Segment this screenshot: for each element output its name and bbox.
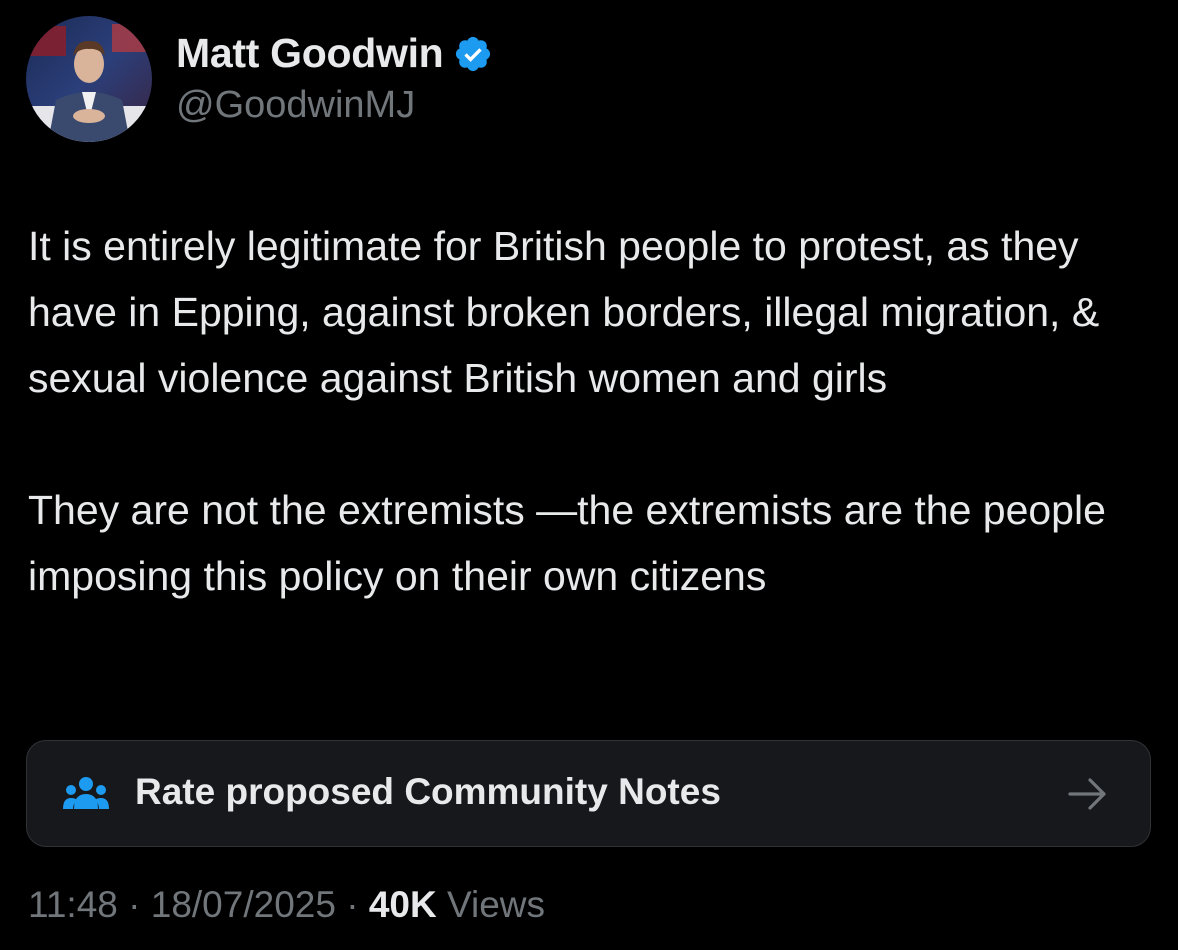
views-count[interactable]: 40K bbox=[369, 884, 437, 925]
tweet-date[interactable]: 18/07/2025 bbox=[151, 884, 336, 925]
meta-separator: · bbox=[128, 884, 141, 925]
author-avatar[interactable] bbox=[26, 16, 152, 142]
arrow-right-icon bbox=[1068, 778, 1106, 810]
tweet-paragraph: They are not the extremists —the extremi… bbox=[28, 487, 1106, 599]
verified-badge-icon bbox=[456, 36, 491, 71]
meta-separator: · bbox=[346, 884, 359, 925]
author-name[interactable]: Matt Goodwin bbox=[176, 30, 493, 77]
tweet-meta: 11:48 · 18/07/2025 · 40K Views bbox=[28, 884, 545, 926]
avatar-photo-icon bbox=[26, 16, 152, 142]
author-name-text: Matt Goodwin bbox=[176, 30, 444, 76]
author-handle[interactable]: @GoodwinMJ bbox=[176, 84, 415, 127]
views-label: Views bbox=[447, 884, 546, 925]
rate-community-notes-button[interactable]: Rate proposed Community Notes bbox=[26, 740, 1151, 847]
tweet: Matt Goodwin @GoodwinMJ It is entirely l… bbox=[0, 0, 1178, 950]
tweet-text: It is entirely legitimate for British pe… bbox=[28, 213, 1158, 609]
community-notes-label: Rate proposed Community Notes bbox=[135, 771, 721, 812]
tweet-paragraph: It is entirely legitimate for British pe… bbox=[28, 223, 1100, 401]
tweet-time[interactable]: 11:48 bbox=[28, 884, 118, 925]
people-group-icon bbox=[63, 777, 109, 809]
